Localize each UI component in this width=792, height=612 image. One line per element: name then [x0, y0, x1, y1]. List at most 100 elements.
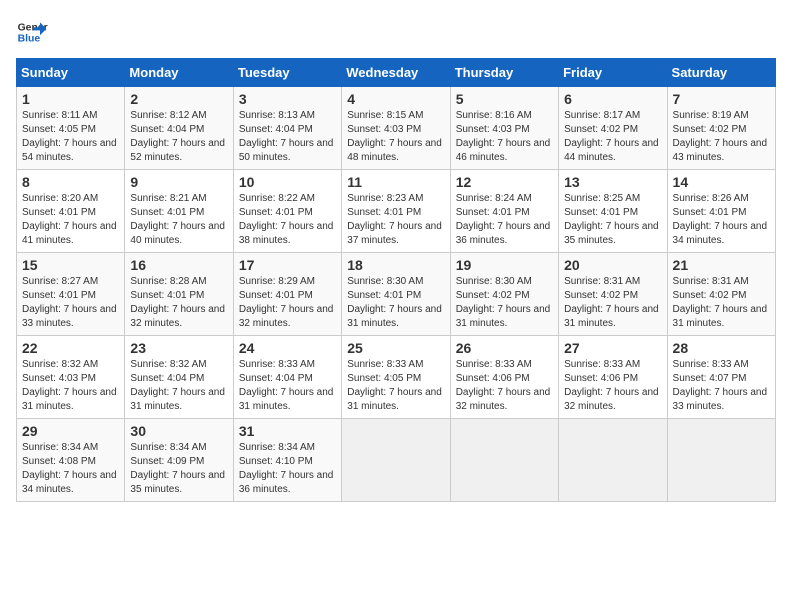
calendar-cell	[559, 419, 667, 502]
logo-icon: General Blue	[16, 16, 48, 48]
day-number: 9	[130, 174, 227, 190]
calendar-cell: 21 Sunrise: 8:31 AMSunset: 4:02 PMDaylig…	[667, 253, 775, 336]
calendar-week-3: 15 Sunrise: 8:27 AMSunset: 4:01 PMDaylig…	[17, 253, 776, 336]
day-info: Sunrise: 8:27 AMSunset: 4:01 PMDaylight:…	[22, 276, 117, 329]
weekday-header-thursday: Thursday	[450, 59, 558, 87]
weekday-header-tuesday: Tuesday	[233, 59, 341, 87]
day-info: Sunrise: 8:31 AMSunset: 4:02 PMDaylight:…	[564, 276, 659, 329]
day-number: 31	[239, 423, 336, 439]
calendar-cell: 5 Sunrise: 8:16 AMSunset: 4:03 PMDayligh…	[450, 87, 558, 170]
day-info: Sunrise: 8:33 AMSunset: 4:07 PMDaylight:…	[673, 359, 768, 412]
day-number: 22	[22, 340, 119, 356]
calendar-cell: 8 Sunrise: 8:20 AMSunset: 4:01 PMDayligh…	[17, 170, 125, 253]
day-info: Sunrise: 8:30 AMSunset: 4:02 PMDaylight:…	[456, 276, 551, 329]
day-info: Sunrise: 8:22 AMSunset: 4:01 PMDaylight:…	[239, 193, 334, 246]
day-info: Sunrise: 8:16 AMSunset: 4:03 PMDaylight:…	[456, 110, 551, 163]
day-number: 16	[130, 257, 227, 273]
day-number: 25	[347, 340, 444, 356]
calendar-cell: 17 Sunrise: 8:29 AMSunset: 4:01 PMDaylig…	[233, 253, 341, 336]
header: General Blue	[16, 16, 776, 48]
calendar-cell: 3 Sunrise: 8:13 AMSunset: 4:04 PMDayligh…	[233, 87, 341, 170]
calendar-cell: 30 Sunrise: 8:34 AMSunset: 4:09 PMDaylig…	[125, 419, 233, 502]
day-info: Sunrise: 8:12 AMSunset: 4:04 PMDaylight:…	[130, 110, 225, 163]
calendar-cell: 7 Sunrise: 8:19 AMSunset: 4:02 PMDayligh…	[667, 87, 775, 170]
day-info: Sunrise: 8:32 AMSunset: 4:04 PMDaylight:…	[130, 359, 225, 412]
day-number: 24	[239, 340, 336, 356]
day-number: 28	[673, 340, 770, 356]
day-info: Sunrise: 8:33 AMSunset: 4:06 PMDaylight:…	[564, 359, 659, 412]
calendar-cell: 13 Sunrise: 8:25 AMSunset: 4:01 PMDaylig…	[559, 170, 667, 253]
day-number: 8	[22, 174, 119, 190]
calendar-cell: 29 Sunrise: 8:34 AMSunset: 4:08 PMDaylig…	[17, 419, 125, 502]
day-info: Sunrise: 8:33 AMSunset: 4:05 PMDaylight:…	[347, 359, 442, 412]
day-info: Sunrise: 8:19 AMSunset: 4:02 PMDaylight:…	[673, 110, 768, 163]
day-info: Sunrise: 8:11 AMSunset: 4:05 PMDaylight:…	[22, 110, 117, 163]
calendar-cell	[667, 419, 775, 502]
calendar-cell: 25 Sunrise: 8:33 AMSunset: 4:05 PMDaylig…	[342, 336, 450, 419]
calendar-cell: 2 Sunrise: 8:12 AMSunset: 4:04 PMDayligh…	[125, 87, 233, 170]
day-number: 17	[239, 257, 336, 273]
calendar-cell: 28 Sunrise: 8:33 AMSunset: 4:07 PMDaylig…	[667, 336, 775, 419]
day-number: 4	[347, 91, 444, 107]
day-info: Sunrise: 8:33 AMSunset: 4:04 PMDaylight:…	[239, 359, 334, 412]
day-number: 7	[673, 91, 770, 107]
calendar-cell: 22 Sunrise: 8:32 AMSunset: 4:03 PMDaylig…	[17, 336, 125, 419]
weekday-header-sunday: Sunday	[17, 59, 125, 87]
day-number: 13	[564, 174, 661, 190]
calendar-cell	[450, 419, 558, 502]
calendar-cell: 19 Sunrise: 8:30 AMSunset: 4:02 PMDaylig…	[450, 253, 558, 336]
day-number: 27	[564, 340, 661, 356]
day-number: 29	[22, 423, 119, 439]
day-info: Sunrise: 8:23 AMSunset: 4:01 PMDaylight:…	[347, 193, 442, 246]
calendar-cell: 31 Sunrise: 8:34 AMSunset: 4:10 PMDaylig…	[233, 419, 341, 502]
weekday-header-friday: Friday	[559, 59, 667, 87]
calendar-cell: 23 Sunrise: 8:32 AMSunset: 4:04 PMDaylig…	[125, 336, 233, 419]
day-number: 30	[130, 423, 227, 439]
weekday-header-monday: Monday	[125, 59, 233, 87]
day-number: 6	[564, 91, 661, 107]
calendar-cell: 12 Sunrise: 8:24 AMSunset: 4:01 PMDaylig…	[450, 170, 558, 253]
svg-text:Blue: Blue	[18, 34, 41, 45]
day-number: 14	[673, 174, 770, 190]
calendar-cell: 4 Sunrise: 8:15 AMSunset: 4:03 PMDayligh…	[342, 87, 450, 170]
calendar-cell: 9 Sunrise: 8:21 AMSunset: 4:01 PMDayligh…	[125, 170, 233, 253]
day-info: Sunrise: 8:33 AMSunset: 4:06 PMDaylight:…	[456, 359, 551, 412]
day-info: Sunrise: 8:34 AMSunset: 4:09 PMDaylight:…	[130, 442, 225, 495]
calendar-week-2: 8 Sunrise: 8:20 AMSunset: 4:01 PMDayligh…	[17, 170, 776, 253]
day-info: Sunrise: 8:29 AMSunset: 4:01 PMDaylight:…	[239, 276, 334, 329]
day-number: 26	[456, 340, 553, 356]
calendar-cell: 18 Sunrise: 8:30 AMSunset: 4:01 PMDaylig…	[342, 253, 450, 336]
day-number: 1	[22, 91, 119, 107]
calendar-cell: 14 Sunrise: 8:26 AMSunset: 4:01 PMDaylig…	[667, 170, 775, 253]
calendar-cell: 27 Sunrise: 8:33 AMSunset: 4:06 PMDaylig…	[559, 336, 667, 419]
day-info: Sunrise: 8:28 AMSunset: 4:01 PMDaylight:…	[130, 276, 225, 329]
day-number: 19	[456, 257, 553, 273]
calendar-cell	[342, 419, 450, 502]
calendar-cell: 10 Sunrise: 8:22 AMSunset: 4:01 PMDaylig…	[233, 170, 341, 253]
day-number: 20	[564, 257, 661, 273]
day-info: Sunrise: 8:31 AMSunset: 4:02 PMDaylight:…	[673, 276, 768, 329]
calendar-cell: 15 Sunrise: 8:27 AMSunset: 4:01 PMDaylig…	[17, 253, 125, 336]
logo: General Blue	[16, 16, 48, 48]
day-number: 15	[22, 257, 119, 273]
calendar-cell: 16 Sunrise: 8:28 AMSunset: 4:01 PMDaylig…	[125, 253, 233, 336]
day-number: 18	[347, 257, 444, 273]
day-number: 3	[239, 91, 336, 107]
day-number: 21	[673, 257, 770, 273]
calendar-week-1: 1 Sunrise: 8:11 AMSunset: 4:05 PMDayligh…	[17, 87, 776, 170]
calendar-cell: 6 Sunrise: 8:17 AMSunset: 4:02 PMDayligh…	[559, 87, 667, 170]
calendar-cell: 1 Sunrise: 8:11 AMSunset: 4:05 PMDayligh…	[17, 87, 125, 170]
day-info: Sunrise: 8:34 AMSunset: 4:10 PMDaylight:…	[239, 442, 334, 495]
calendar-cell: 11 Sunrise: 8:23 AMSunset: 4:01 PMDaylig…	[342, 170, 450, 253]
day-number: 12	[456, 174, 553, 190]
calendar-week-5: 29 Sunrise: 8:34 AMSunset: 4:08 PMDaylig…	[17, 419, 776, 502]
day-info: Sunrise: 8:21 AMSunset: 4:01 PMDaylight:…	[130, 193, 225, 246]
day-info: Sunrise: 8:13 AMSunset: 4:04 PMDaylight:…	[239, 110, 334, 163]
day-info: Sunrise: 8:34 AMSunset: 4:08 PMDaylight:…	[22, 442, 117, 495]
day-info: Sunrise: 8:32 AMSunset: 4:03 PMDaylight:…	[22, 359, 117, 412]
calendar-cell: 26 Sunrise: 8:33 AMSunset: 4:06 PMDaylig…	[450, 336, 558, 419]
calendar-week-4: 22 Sunrise: 8:32 AMSunset: 4:03 PMDaylig…	[17, 336, 776, 419]
day-number: 10	[239, 174, 336, 190]
calendar-cell: 24 Sunrise: 8:33 AMSunset: 4:04 PMDaylig…	[233, 336, 341, 419]
day-number: 5	[456, 91, 553, 107]
